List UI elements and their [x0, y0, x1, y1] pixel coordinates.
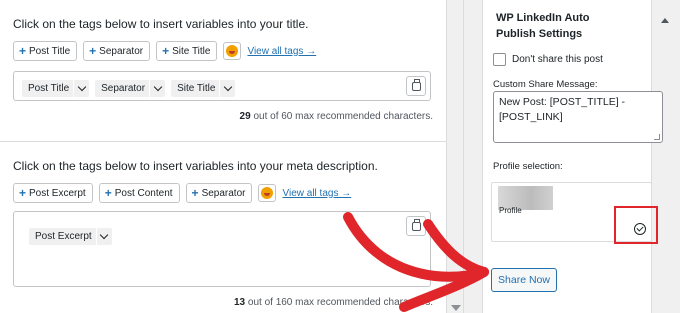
red-arrow-icon [343, 212, 489, 312]
